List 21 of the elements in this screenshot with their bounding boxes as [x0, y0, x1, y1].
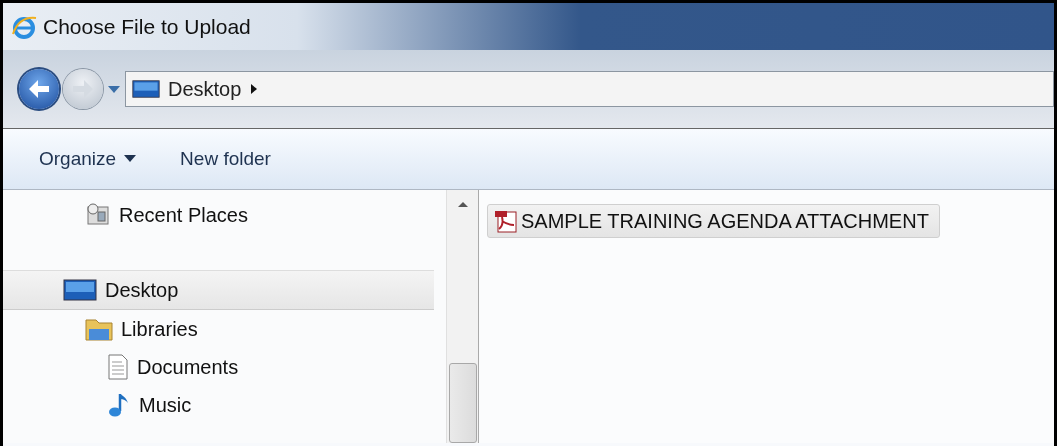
folder-icon	[85, 316, 113, 342]
file-item[interactable]: SAMPLE TRAINING AGENDA ATTACHMENT	[487, 204, 940, 238]
nav-item[interactable]: Recent Places	[3, 196, 434, 234]
window-title: Choose File to Upload	[43, 14, 251, 39]
back-button[interactable]	[19, 69, 59, 109]
toolbar-button[interactable]: New folder	[176, 146, 275, 172]
nav-item[interactable]: Libraries	[3, 310, 434, 348]
document-icon	[107, 354, 129, 380]
pdf-icon	[494, 209, 518, 233]
address-bar[interactable]: Desktop	[125, 71, 1054, 107]
nav-item[interactable]: Music	[3, 386, 434, 424]
nav-item[interactable]: Documents	[3, 348, 434, 386]
desktop-icon	[63, 278, 97, 302]
scroll-up-icon[interactable]	[456, 200, 469, 208]
nav-item[interactable]: Desktop	[3, 270, 434, 310]
recent-places-icon	[85, 203, 111, 227]
caret-icon	[124, 155, 137, 163]
breadcrumb[interactable]: Desktop	[168, 77, 242, 101]
scrollbar-thumb[interactable]	[448, 363, 477, 443]
desktop-icon	[132, 77, 160, 101]
menu-button[interactable]: Organize	[35, 146, 141, 172]
